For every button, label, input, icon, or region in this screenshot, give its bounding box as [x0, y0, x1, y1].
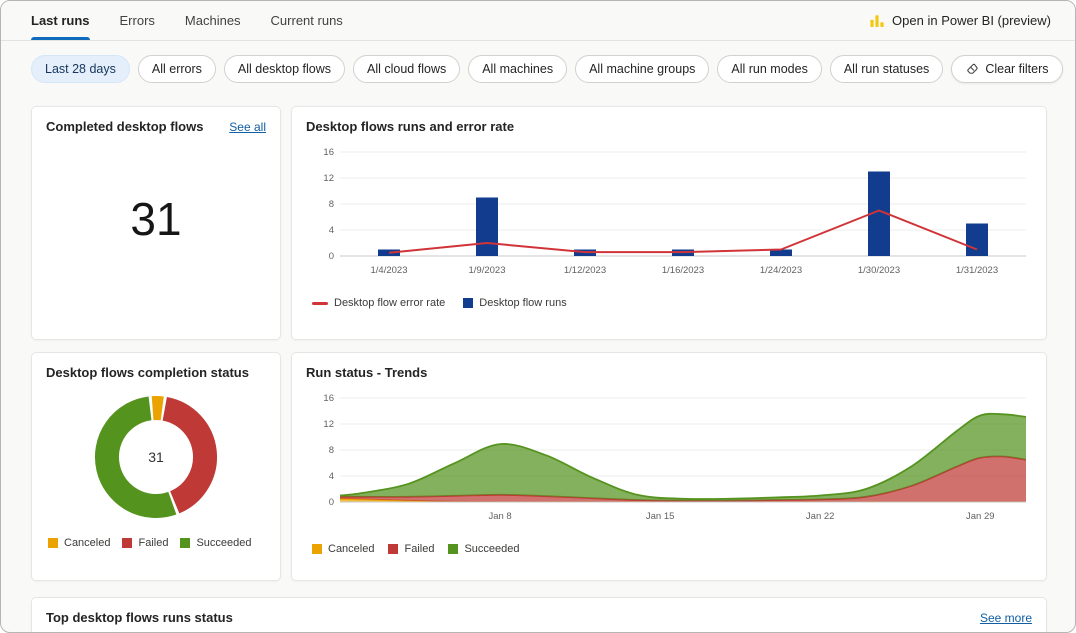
filter-pill-all-run-modes[interactable]: All run modes: [717, 55, 821, 83]
filter-pill-all-desktop-flows[interactable]: All desktop flows: [224, 55, 345, 83]
svg-text:Jan 29: Jan 29: [966, 511, 995, 522]
filter-pill-last-28-days[interactable]: Last 28 days: [31, 55, 130, 83]
trends-area-chart: 0 4 8 12 16 Jan 8 Jan 15 Jan 22 Jan 29: [304, 388, 1036, 538]
filter-pills: Last 28 days All errors All desktop flows A…: [31, 55, 943, 83]
legend-item-canceled: Canceled: [312, 543, 374, 555]
svg-text:0: 0: [329, 497, 334, 508]
legend-square-swatch: [463, 298, 473, 308]
top-flows-status-card: Top desktop flows runs status See more: [31, 597, 1047, 633]
open-in-powerbi-button[interactable]: Open in Power BI (preview): [869, 1, 1051, 40]
tab-bar: Last runs Errors Machines Current runs Open…: [1, 1, 1075, 41]
svg-text:1/24/2023: 1/24/2023: [760, 265, 802, 276]
svg-text:8: 8: [329, 199, 334, 210]
svg-text:1/4/2023: 1/4/2023: [371, 265, 408, 276]
clear-filters-button[interactable]: Clear filters: [951, 55, 1062, 83]
filter-bar: Last 28 days All errors All desktop flows A…: [1, 41, 1075, 83]
eraser-icon: [965, 62, 979, 76]
legend-item-canceled: Canceled: [48, 537, 110, 549]
completed-count-value: 31: [32, 140, 280, 298]
svg-text:12: 12: [323, 419, 334, 430]
svg-text:Jan 15: Jan 15: [646, 511, 675, 522]
see-more-link[interactable]: See more: [980, 611, 1032, 625]
filter-pill-all-run-statuses[interactable]: All run statuses: [830, 55, 943, 83]
legend-label: Desktop flow runs: [479, 297, 566, 309]
legend-item-desktop-flow-runs: Desktop flow runs: [463, 297, 566, 309]
svg-text:16: 16: [323, 147, 334, 158]
legend-square-swatch: [48, 538, 58, 548]
completion-donut-chart: 31: [81, 386, 231, 532]
powerbi-icon: [869, 13, 885, 29]
svg-text:1/9/2023: 1/9/2023: [469, 265, 506, 276]
legend-label: Succeeded: [464, 543, 519, 555]
legend-item-desktop-flow-error-rate: Desktop flow error rate: [312, 297, 445, 309]
completion-legend: Canceled Failed Succeeded: [32, 532, 280, 549]
legend-label: Failed: [138, 537, 168, 549]
svg-text:1/12/2023: 1/12/2023: [564, 265, 606, 276]
svg-text:12: 12: [323, 173, 334, 184]
legend-label: Canceled: [64, 537, 110, 549]
see-all-link[interactable]: See all: [229, 120, 266, 134]
svg-text:1/16/2023: 1/16/2023: [662, 265, 704, 276]
card-title-completed: Completed desktop flows: [46, 119, 203, 134]
svg-text:31: 31: [148, 449, 164, 465]
svg-text:1/30/2023: 1/30/2023: [858, 265, 900, 276]
legend-item-succeeded: Succeeded: [180, 537, 251, 549]
legend-square-swatch: [448, 544, 458, 554]
completion-status-card: Desktop flows completion status 31 Cance…: [31, 352, 281, 581]
svg-text:1/31/2023: 1/31/2023: [956, 265, 998, 276]
runs-error-rate-card: Desktop flows runs and error rate 0 4 8 12 1…: [291, 106, 1047, 340]
card-title-trends: Run status - Trends: [306, 365, 427, 380]
svg-text:4: 4: [329, 225, 334, 236]
filter-pill-all-machines[interactable]: All machines: [468, 55, 567, 83]
filter-pill-all-errors[interactable]: All errors: [138, 55, 216, 83]
legend-line-swatch: [312, 302, 328, 305]
completed-desktop-flows-card: Completed desktop flows See all 31: [31, 106, 281, 340]
tabs: Last runs Errors Machines Current runs: [31, 1, 373, 40]
tab-machines[interactable]: Machines: [185, 1, 241, 40]
svg-text:8: 8: [329, 445, 334, 456]
runs-error-rate-legend: Desktop flow error rate Desktop flow runs: [292, 292, 1046, 309]
legend-item-failed: Failed: [388, 543, 434, 555]
svg-text:0: 0: [329, 251, 334, 262]
svg-text:4: 4: [329, 471, 334, 482]
legend-square-swatch: [312, 544, 322, 554]
run-status-trends-card: Run status - Trends 0 4 8 12 16 Jan 8 Jan 15 Ja…: [291, 352, 1047, 581]
clear-filters-label: Clear filters: [985, 62, 1048, 76]
runs-error-rate-chart: 0 4 8 12 16 1/4/2023 1/9/2023 1/12/2023 1/16/202…: [304, 142, 1036, 292]
card-title-top-flows: Top desktop flows runs status: [46, 610, 233, 625]
tabbar-spacer: [373, 1, 869, 40]
tab-current-runs[interactable]: Current runs: [271, 1, 343, 40]
filter-pill-all-cloud-flows[interactable]: All cloud flows: [353, 55, 460, 83]
svg-text:16: 16: [323, 393, 334, 404]
legend-square-swatch: [388, 544, 398, 554]
card-title-completion: Desktop flows completion status: [46, 365, 249, 380]
desktop-flow-analytics-window: Last runs Errors Machines Current runs Open…: [0, 0, 1076, 633]
legend-label: Desktop flow error rate: [334, 297, 445, 309]
trends-legend: Canceled Failed Succeeded: [292, 538, 1046, 555]
legend-item-failed: Failed: [122, 537, 168, 549]
donut-wrap: 31: [32, 386, 280, 532]
legend-item-succeeded: Succeeded: [448, 543, 519, 555]
tab-errors[interactable]: Errors: [120, 1, 155, 40]
filter-pill-all-machine-groups[interactable]: All machine groups: [575, 55, 709, 83]
svg-text:Jan 8: Jan 8: [488, 511, 511, 522]
tab-last-runs[interactable]: Last runs: [31, 1, 90, 40]
legend-square-swatch: [122, 538, 132, 548]
legend-label: Succeeded: [196, 537, 251, 549]
legend-label: Failed: [404, 543, 434, 555]
legend-square-swatch: [180, 538, 190, 548]
card-title-runs-error: Desktop flows runs and error rate: [306, 119, 514, 134]
legend-label: Canceled: [328, 543, 374, 555]
svg-text:Jan 22: Jan 22: [806, 511, 835, 522]
open-in-powerbi-label: Open in Power BI (preview): [892, 13, 1051, 28]
